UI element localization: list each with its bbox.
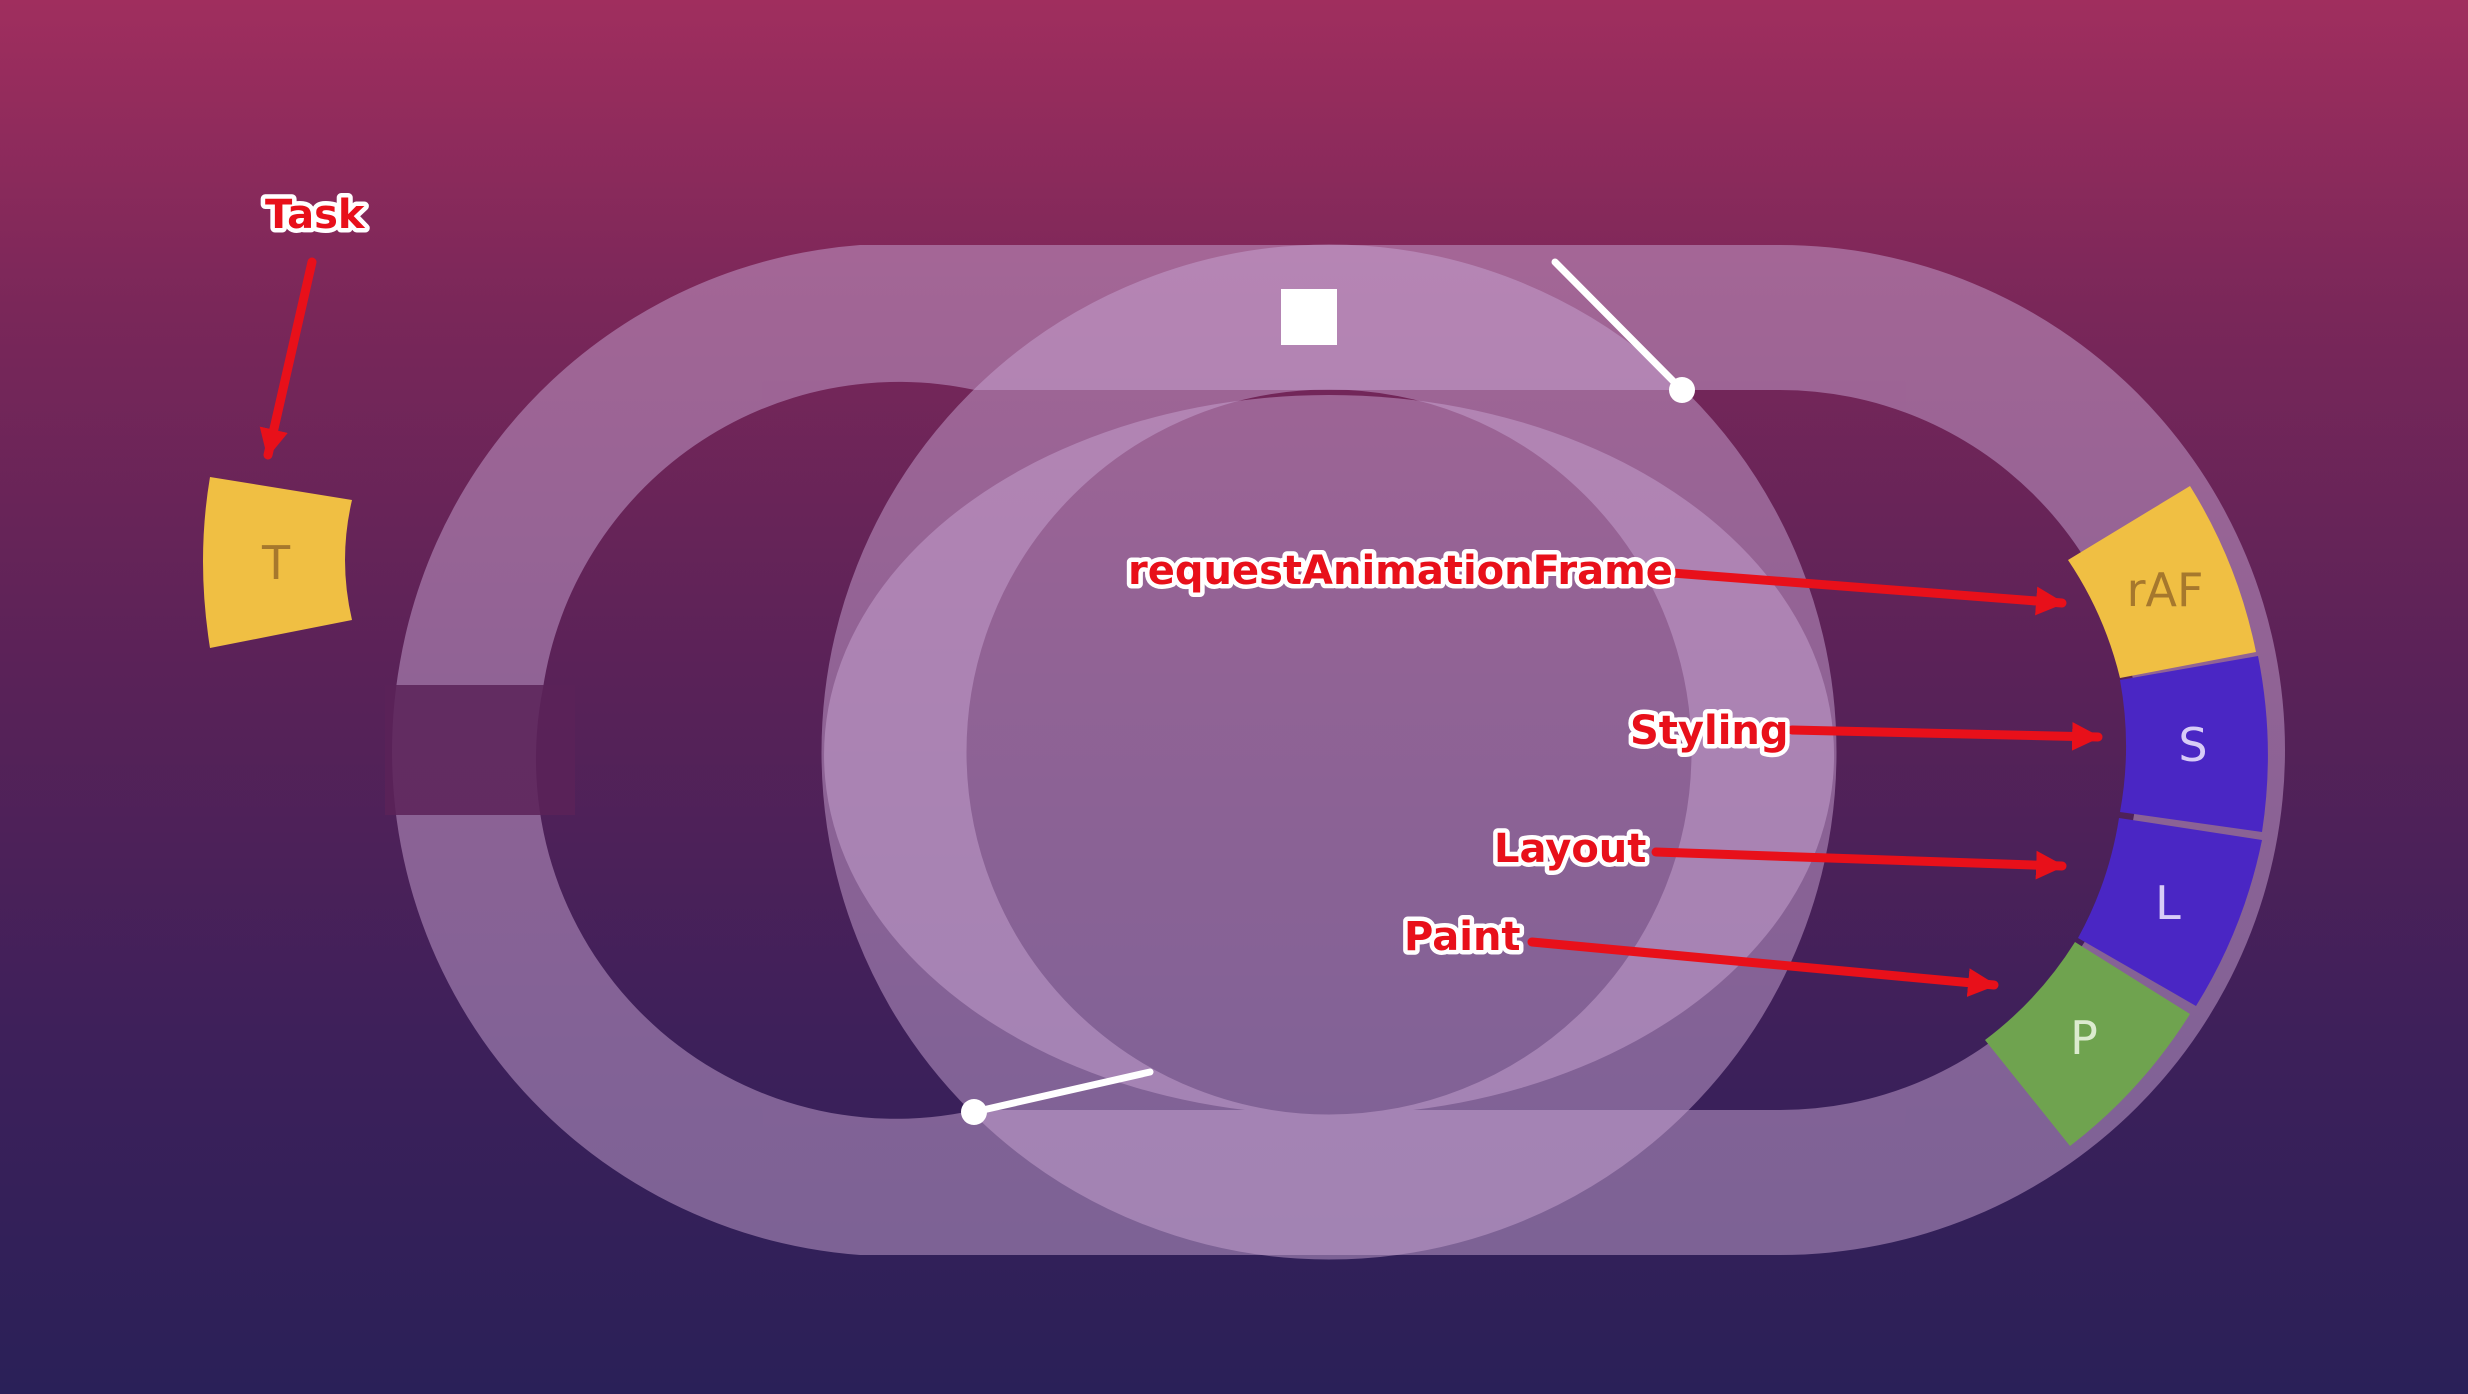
styling-arrow xyxy=(1787,722,2103,751)
task-arrow xyxy=(259,257,317,460)
layout-annotation: Layout xyxy=(1494,826,1646,872)
diagram-canvas: T rAF S L P Task requestAnimationFrame S… xyxy=(203,188,2285,1260)
loop-track xyxy=(392,245,2285,1255)
styling-label: S xyxy=(2178,718,2207,772)
raf-label: rAF xyxy=(2127,563,2204,617)
task-block: T xyxy=(203,477,352,648)
paint-label: P xyxy=(2070,1011,2098,1065)
track-gap xyxy=(385,685,575,815)
event-loop-diagram: T rAF S L P Task requestAnimationFrame S… xyxy=(0,0,2468,1394)
raf-annotation: requestAnimationFrame xyxy=(1128,548,1673,594)
render-steps: rAF S L P xyxy=(1985,486,2268,1146)
task-annotation: Task xyxy=(265,192,366,238)
task-label: T xyxy=(261,536,291,590)
styling-annotation: Styling xyxy=(1630,708,1789,754)
paint-annotation: Paint xyxy=(1404,914,1521,960)
layout-label: L xyxy=(2155,876,2181,930)
stop-square-icon xyxy=(1281,289,1337,345)
